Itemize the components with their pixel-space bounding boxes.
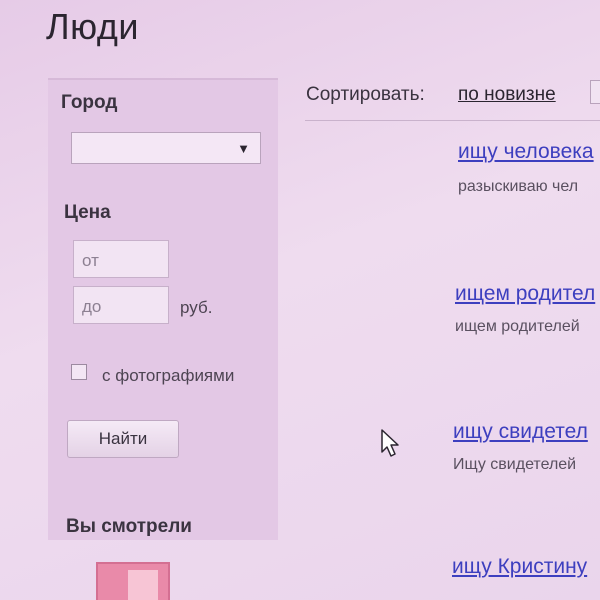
chevron-down-icon: ▼: [237, 141, 250, 156]
price-from-input[interactable]: от: [73, 240, 169, 278]
listing-description: Ищу свидетелей: [453, 456, 577, 473]
city-heading: Город: [61, 92, 118, 113]
viewed-heading: Вы смотрели: [66, 516, 192, 537]
listing-description: ищем родителей: [455, 318, 580, 335]
price-to-input[interactable]: до: [73, 286, 169, 324]
with-photos-label[interactable]: с фотографиями: [102, 366, 234, 386]
listing-title[interactable]: ищем родител: [455, 282, 595, 306]
price-heading: Цена: [64, 202, 111, 223]
listing-title[interactable]: ищу человека: [458, 140, 594, 164]
with-photos-checkbox[interactable]: [71, 364, 87, 380]
listing-description: разыскиваю чел: [458, 178, 579, 195]
sort-option-newest[interactable]: по новизне: [458, 84, 556, 106]
thumbnail-image: [128, 570, 158, 600]
search-button[interactable]: Найти: [67, 420, 179, 458]
mouse-pointer-icon: [381, 429, 399, 457]
listing-title[interactable]: ищу Кристину: [452, 555, 587, 579]
sort-option-next[interactable]: [590, 80, 600, 104]
divider: [305, 120, 600, 121]
page-title: Люди: [46, 6, 139, 47]
city-select[interactable]: ▼: [71, 132, 261, 164]
listing-title[interactable]: ищу свидетел: [453, 420, 588, 444]
currency-label: руб.: [180, 298, 213, 317]
viewed-item-thumbnail[interactable]: [96, 562, 170, 600]
page: Люди Город ▼ Цена от до руб. с фотографи…: [0, 0, 600, 600]
sort-label: Сортировать:: [306, 84, 425, 105]
